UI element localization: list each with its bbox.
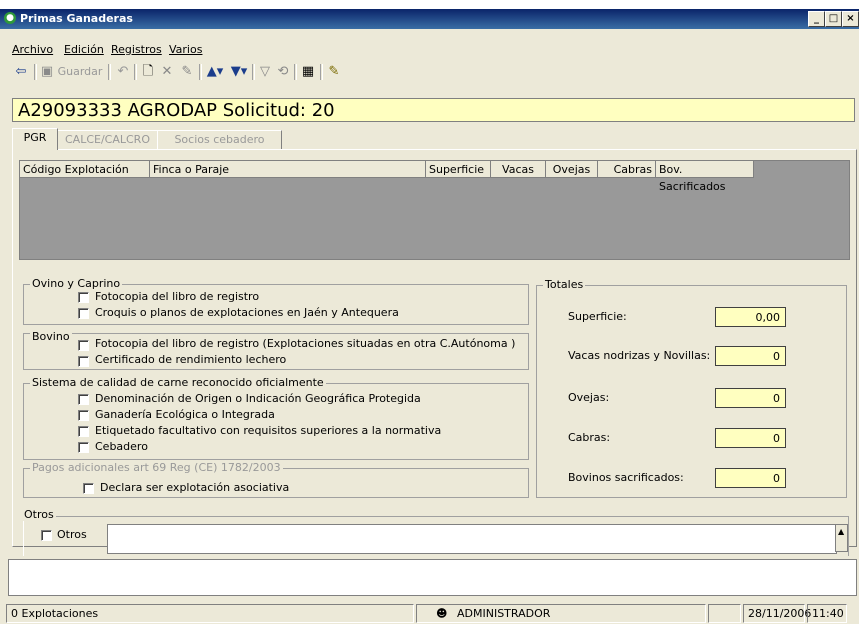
refresh-icon[interactable]: ⟲	[275, 63, 291, 81]
filter-icon[interactable]: ▽	[257, 63, 273, 81]
toolbar-separator	[294, 64, 297, 80]
label-cabras: Cabras:	[568, 431, 611, 444]
pagos-title: Pagos adicionales art 69 Reg (CE) 1782/2…	[30, 461, 283, 474]
checkbox-fotocopia-ovino[interactable]	[78, 292, 89, 303]
next-record-icon[interactable]: ▼▾	[228, 63, 250, 81]
ovino-caprino-title: Ovino y Caprino	[30, 277, 123, 290]
close-button[interactable]: ×	[842, 11, 859, 27]
back-arrow-icon[interactable]: ⇦	[12, 63, 30, 81]
tab-pgr[interactable]: PGR	[12, 128, 58, 150]
label-fotocopia-ovino: Fotocopia del libro de registro	[95, 290, 260, 303]
otros-title: Otros	[22, 508, 56, 521]
label-fotocopia-bovino: Fotocopia del libro de registro (Explota…	[95, 337, 516, 350]
checkbox-cebadero[interactable]	[78, 442, 89, 453]
column-superficie[interactable]: Superficie	[426, 161, 491, 178]
label-ovejas: Ovejas:	[568, 391, 610, 404]
column-codigo[interactable]: Código Explotación	[20, 161, 150, 178]
total-ovejas: 0	[715, 388, 786, 408]
menu-archivo[interactable]: Archivo	[12, 43, 53, 56]
totales-title: Totales	[543, 278, 586, 291]
column-cabras[interactable]: Cabras	[598, 161, 656, 178]
status-user: ADMINISTRADOR	[416, 604, 706, 623]
otros-textarea[interactable]	[107, 524, 837, 554]
toolbar-separator	[134, 64, 137, 80]
calidad-group: Sistema de calidad de carne reconocido o…	[23, 376, 529, 460]
status-bar: 0 Explotaciones ADMINISTRADOR ☻ 28/11/20…	[0, 602, 859, 624]
checkbox-ecologica[interactable]	[78, 410, 89, 421]
label-vacas: Vacas nodrizas y Novillas:	[568, 349, 711, 362]
pagos-group: Pagos adicionales art 69 Reg (CE) 1782/2…	[23, 461, 529, 498]
status-time: 11:40	[807, 604, 847, 623]
scroll-up-arrow-icon[interactable]: ▲	[838, 527, 844, 536]
total-cabras: 0	[715, 428, 786, 448]
label-ecologica: Ganadería Ecológica o Integrada	[95, 408, 275, 421]
label-bovinos: Bovinos sacrificados:	[568, 471, 684, 484]
status-count: 0 Explotaciones	[6, 604, 414, 623]
save-button[interactable]: Guardar	[56, 63, 104, 81]
window-title: Primas Ganaderas	[20, 12, 133, 25]
label-certificado: Certificado de rendimiento lechero	[95, 353, 287, 366]
total-superficie: 0,00	[715, 307, 786, 327]
toolbar-separator	[108, 64, 111, 80]
status-date: 28/11/2006	[743, 604, 811, 623]
toolbar-separator	[252, 64, 255, 80]
title-bar[interactable]: ● Primas Ganaderas _ □ ×	[0, 9, 859, 29]
record-header: A29093333 AGRODAP Solicitud: 20	[12, 98, 855, 122]
column-ovejas[interactable]: Ovejas	[546, 161, 598, 178]
menu-bar: Archivo Edición Registros Varios	[0, 40, 859, 58]
maximize-button[interactable]: □	[825, 11, 842, 27]
label-otros: Otros	[57, 528, 87, 541]
checkbox-denominacion[interactable]	[78, 394, 89, 405]
status-empty	[708, 604, 741, 623]
label-croquis: Croquis o planos de explotaciones en Jaé…	[95, 306, 399, 319]
label-asociativa: Declara ser explotación asociativa	[100, 481, 290, 494]
undo-icon[interactable]: ↶	[114, 63, 132, 81]
calculator-icon[interactable]: ▦	[299, 63, 317, 81]
menu-varios[interactable]: Varios	[169, 43, 202, 56]
label-etiquetado: Etiquetado facultativo con requisitos su…	[95, 424, 442, 437]
edit-icon[interactable]: ✎	[178, 63, 196, 81]
ovino-caprino-group: Ovino y Caprino Fotocopia del libro de r…	[23, 277, 529, 325]
menu-registros[interactable]: Registros	[111, 43, 162, 56]
toolbar: ⇦ ▣ Guardar ↶ 🗋 ✕ ✎ ▲▾ ▼▾ ▽ ⟲ ▦ ✎	[12, 62, 432, 84]
otros-scrollbar[interactable]: ▲	[835, 524, 848, 552]
checkbox-otros[interactable]	[41, 530, 52, 541]
column-vacas[interactable]: Vacas	[491, 161, 546, 178]
label-denominacion: Denominación de Origen o Indicación Geog…	[95, 392, 421, 405]
total-vacas: 0	[715, 346, 786, 366]
main-window: ● Primas Ganaderas _ □ × Archivo Edición…	[0, 0, 859, 624]
checkbox-etiquetado[interactable]	[78, 426, 89, 437]
toolbar-separator	[199, 64, 202, 80]
app-icon: ●	[4, 12, 16, 24]
bovino-title: Bovino	[30, 330, 72, 343]
toolbar-separator	[34, 64, 37, 80]
previous-record-icon[interactable]: ▲▾	[204, 63, 226, 81]
notes-icon[interactable]: ✎	[325, 63, 343, 81]
explotaciones-grid[interactable]: Código Explotación Finca o Paraje Superf…	[19, 160, 850, 260]
checkbox-certificado[interactable]	[78, 356, 89, 367]
minimize-button[interactable]: _	[808, 11, 825, 27]
message-box	[8, 559, 857, 596]
floppy-disk-icon[interactable]: ▣	[40, 63, 54, 81]
user-icon: ☻	[436, 607, 448, 620]
menu-edicion[interactable]: Edición	[64, 43, 104, 56]
bovino-group: Bovino Fotocopia del libro de registro (…	[23, 330, 529, 370]
total-bovinos: 0	[715, 468, 786, 488]
new-document-icon[interactable]: 🗋	[140, 63, 156, 81]
checkbox-asociativa[interactable]	[83, 483, 94, 494]
tab-calce-calcro[interactable]: CALCE/CALCRO	[57, 130, 158, 149]
tab-socios-cebadero[interactable]: Socios cebadero	[157, 130, 282, 149]
totales-group: Totales Superficie: 0,00 Vacas nodrizas …	[536, 278, 847, 498]
checkbox-croquis[interactable]	[78, 308, 89, 319]
checkbox-fotocopia-bovino[interactable]	[78, 340, 89, 351]
column-finca[interactable]: Finca o Paraje	[150, 161, 426, 178]
delete-icon[interactable]: ✕	[158, 63, 176, 81]
label-cebadero: Cebadero	[95, 440, 148, 453]
toolbar-separator	[320, 64, 323, 80]
column-bov-sacrificados[interactable]: Bov. Sacrificados	[656, 161, 754, 193]
label-superficie: Superficie:	[568, 310, 627, 323]
calidad-title: Sistema de calidad de carne reconocido o…	[30, 376, 326, 389]
top-strip	[0, 0, 859, 9]
